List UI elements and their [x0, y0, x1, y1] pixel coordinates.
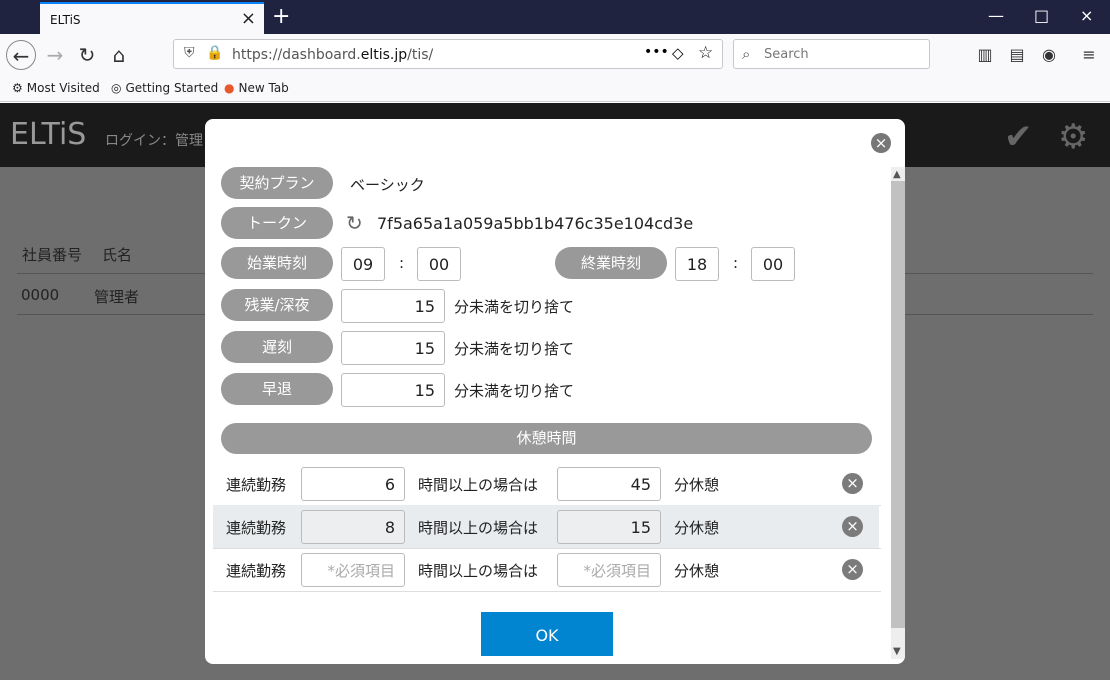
url-bar[interactable]: ⛨ 🔒 https://dashboard.eltis.jp/tis/ ••• … — [173, 39, 723, 69]
close-icon[interactable]: × — [241, 8, 256, 29]
break-row-label: 連続勤務 — [226, 519, 287, 537]
check-icon[interactable]: ✔ — [1004, 117, 1033, 157]
header-name: 氏名 — [102, 246, 133, 264]
tab-title: ELTiS — [50, 13, 81, 27]
overtime-label: 残業/深夜 — [221, 289, 333, 321]
rounding-suffix: 分未満を切り捨て — [454, 298, 575, 316]
ok-button[interactable]: OK — [481, 612, 613, 656]
remove-break-row-icon[interactable]: × — [842, 559, 863, 580]
maximize-icon[interactable]: □ — [1034, 6, 1049, 25]
late-rounding-input[interactable]: 15 — [341, 331, 445, 365]
bookmark-star-icon[interactable]: ☆ — [698, 43, 713, 63]
token-label: トークン — [221, 207, 333, 239]
bookmark-most-visited[interactable]: ⚙ Most Visited — [12, 81, 100, 95]
search-placeholder: Search — [764, 47, 809, 62]
rounding-suffix: 分未満を切り捨て — [454, 340, 575, 358]
bookmark-getting-started[interactable]: ◎ Getting Started — [111, 81, 218, 95]
start-time-label: 始業時刻 — [221, 247, 333, 279]
break-minutes-input[interactable]: *必須項目 — [557, 553, 661, 587]
scroll-up-icon[interactable]: ▲ — [893, 169, 901, 180]
end-hour-input[interactable]: 18 — [675, 247, 719, 281]
time-colon: : — [733, 254, 739, 272]
break-row-suffix: 分休憩 — [674, 562, 720, 580]
pocket-icon[interactable]: ◇ — [672, 44, 684, 62]
minimize-icon[interactable]: — — [988, 6, 1004, 25]
rounding-suffix: 分未満を切り捨て — [454, 382, 575, 400]
early-leave-rounding-input[interactable]: 15 — [341, 373, 445, 407]
settings-modal: × ▲ ▼ 契約プラン ベーシック トークン ↻ 7f5a65a1a059a5b… — [205, 119, 905, 664]
remove-break-row-icon[interactable]: × — [842, 473, 863, 494]
modal-scrollbar[interactable]: ▲ ▼ — [891, 167, 905, 659]
search-bar[interactable]: ⌕ Search — [733, 39, 930, 69]
bookmarks-toolbar: ⚙ Most Visited ◎ Getting Started ● New Tab — [0, 76, 1110, 102]
row-divider — [213, 548, 881, 549]
break-row-label: 連続勤務 — [226, 562, 287, 580]
brand-logo: ELTiS — [10, 117, 87, 152]
break-hours-input[interactable]: 8 — [301, 510, 405, 544]
token-value: 7f5a65a1a059a5bb1b476c35e104cd3e — [377, 214, 694, 233]
browser-toolbar: ← → ↻ ⌂ ⛨ 🔒 https://dashboard.eltis.jp/t… — [0, 34, 1110, 76]
firefox-icon: ● — [224, 81, 235, 95]
globe-icon: ◎ — [111, 81, 122, 95]
login-status: ログイン：管理 — [105, 133, 203, 149]
plan-label: 契約プラン — [221, 167, 333, 199]
break-minutes-input[interactable]: 15 — [557, 510, 661, 544]
close-window-icon[interactable]: × — [1080, 6, 1093, 25]
break-hours-input[interactable]: 6 — [301, 467, 405, 501]
break-row-suffix: 分休憩 — [674, 476, 720, 494]
break-hours-input[interactable]: *必須項目 — [301, 553, 405, 587]
overtime-rounding-input[interactable]: 15 — [341, 289, 445, 323]
home-icon[interactable]: ⌂ — [104, 40, 134, 70]
shield-icon: ⛨ — [184, 45, 195, 61]
settings-gear-icon[interactable]: ⚙ — [1058, 117, 1088, 157]
account-icon[interactable]: ◉ — [1034, 40, 1064, 70]
remove-break-row-icon[interactable]: × — [842, 516, 863, 537]
break-row-middle: 時間以上の場合は — [418, 562, 539, 580]
close-modal-icon[interactable]: × — [871, 133, 891, 153]
browser-tab-bar: ELTiS × + — □ × — [0, 0, 1110, 34]
forward-icon[interactable]: → — [40, 40, 70, 70]
menu-icon[interactable]: ≡ — [1074, 40, 1104, 70]
break-minutes-input[interactable]: 45 — [557, 467, 661, 501]
scroll-down-icon[interactable]: ▼ — [893, 646, 901, 657]
employee-name: 管理者 — [94, 288, 140, 306]
header-employee-id: 社員番号 — [22, 246, 83, 264]
refresh-token-icon[interactable]: ↻ — [346, 211, 363, 235]
back-icon[interactable]: ← — [6, 40, 36, 70]
break-row-label: 連続勤務 — [226, 476, 287, 494]
start-hour-input[interactable]: 09 — [341, 247, 385, 281]
gear-icon: ⚙ — [12, 81, 23, 95]
lock-icon: 🔒 — [206, 45, 224, 61]
end-time-label: 終業時刻 — [555, 247, 667, 279]
employee-id: 0000 — [21, 286, 60, 304]
page-actions-icon[interactable]: ••• — [644, 44, 669, 60]
library-icon[interactable]: ▥ — [970, 40, 1000, 70]
scroll-thumb[interactable] — [891, 181, 905, 628]
end-minute-input[interactable]: 00 — [751, 247, 795, 281]
early-leave-label: 早退 — [221, 373, 333, 405]
start-minute-input[interactable]: 00 — [417, 247, 461, 281]
break-row-suffix: 分休憩 — [674, 519, 720, 537]
break-row-middle: 時間以上の場合は — [418, 476, 539, 494]
search-icon: ⌕ — [742, 45, 751, 63]
break-row-middle: 時間以上の場合は — [418, 519, 539, 537]
reload-icon[interactable]: ↻ — [72, 40, 102, 70]
browser-tab[interactable]: ELTiS × — [40, 2, 264, 34]
row-divider — [213, 591, 881, 592]
new-tab-icon[interactable]: + — [272, 4, 290, 29]
time-colon: : — [399, 254, 405, 272]
bookmark-new-tab[interactable]: ● New Tab — [224, 81, 289, 95]
sidebar-icon[interactable]: ▤ — [1002, 40, 1032, 70]
break-time-header: 休憩時間 — [221, 423, 872, 454]
late-label: 遅刻 — [221, 331, 333, 363]
url-text: https://dashboard.eltis.jp/tis/ — [232, 47, 434, 63]
plan-value: ベーシック — [350, 176, 425, 194]
